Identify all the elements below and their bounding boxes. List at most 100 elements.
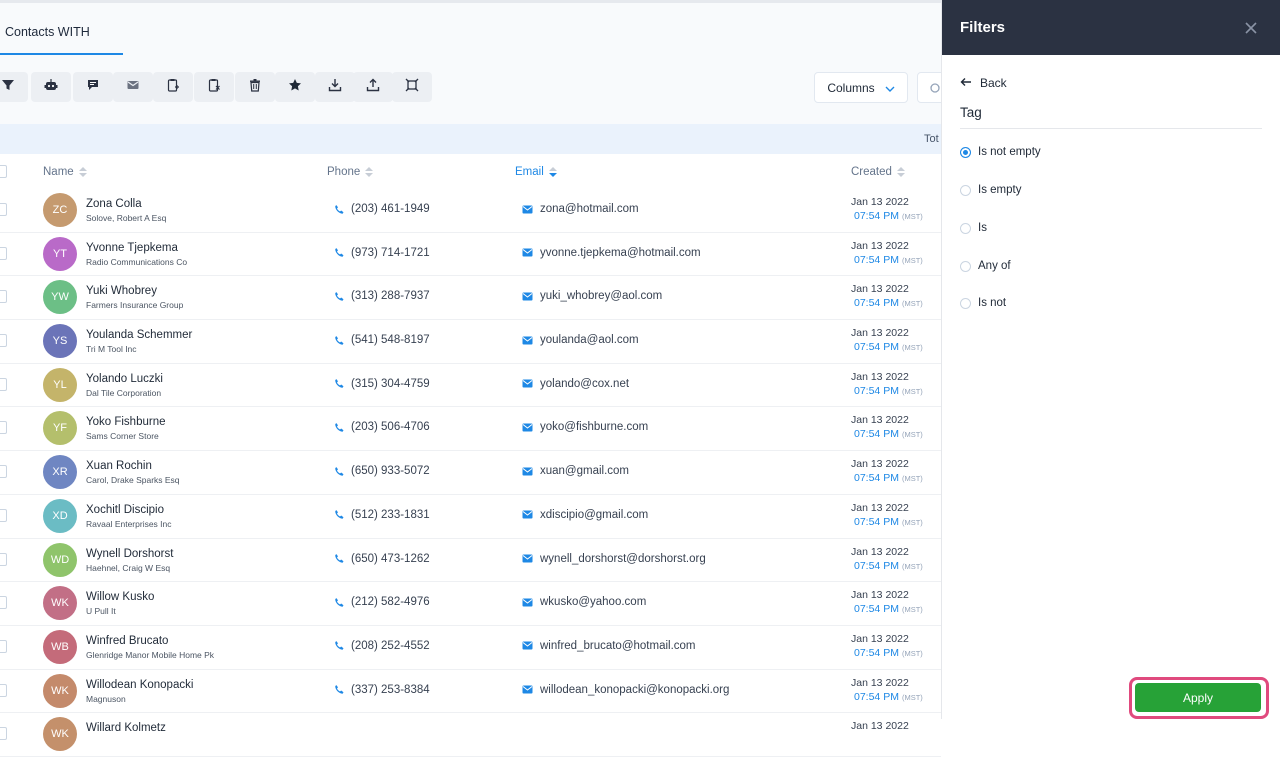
contact-name[interactable]: Yuki Whobrey xyxy=(86,285,157,297)
contact-email[interactable]: zona@hotmail.com xyxy=(522,203,639,215)
row-checkbox[interactable] xyxy=(0,377,7,391)
row-checkbox[interactable] xyxy=(0,508,7,522)
row-checkbox[interactable] xyxy=(0,683,7,697)
contact-phone[interactable]: (203) 506-4706 xyxy=(334,421,430,433)
contact-phone[interactable]: (315) 304-4759 xyxy=(334,378,430,390)
apply-button[interactable]: Apply xyxy=(1135,683,1261,712)
radio-button[interactable] xyxy=(960,184,971,196)
radio-button[interactable] xyxy=(960,222,971,234)
table-row[interactable]: XD Xochitl Discipio Ravaal Enterprises Inc… xyxy=(0,494,941,539)
row-checkbox[interactable] xyxy=(0,421,7,435)
row-checkbox[interactable] xyxy=(0,639,7,653)
contact-phone[interactable]: (313) 288-7937 xyxy=(334,290,430,302)
contact-email[interactable]: yolando@cox.net xyxy=(522,378,629,390)
table-row[interactable]: YS Youlanda Schemmer Tri M Tool Inc (541) 5… xyxy=(0,320,941,364)
table-row[interactable]: YL Yolando Luczki Dal Tile Corporation (315… xyxy=(0,363,941,408)
tab-contacts-with-emails[interactable]: Contacts WITH Emails xyxy=(0,3,123,97)
contact-phone[interactable]: (212) 582-4976 xyxy=(334,596,430,608)
row-checkbox[interactable] xyxy=(0,290,7,304)
row-checkbox[interactable] xyxy=(0,727,7,741)
import-button[interactable] xyxy=(353,72,393,102)
contact-phone[interactable]: (337) 253-8384 xyxy=(334,684,430,696)
created-time: 07:54 PM (MST) xyxy=(854,647,923,659)
row-checkbox[interactable] xyxy=(0,465,7,479)
table-row[interactable]: WD Wynell Dorshorst Haehnel, Craig W Esq (6… xyxy=(0,538,941,583)
contact-email[interactable]: yuki_whobrey@aol.com xyxy=(522,290,662,302)
contact-phone[interactable]: (541) 548-8197 xyxy=(334,334,430,346)
contact-phone[interactable]: (512) 233-1831 xyxy=(334,509,430,521)
row-checkbox[interactable] xyxy=(0,596,7,610)
column-header-email[interactable]: Email xyxy=(515,166,557,178)
email-button[interactable] xyxy=(113,72,153,102)
contact-email[interactable]: yoko@fishburne.com xyxy=(522,421,648,433)
sms-button[interactable] xyxy=(73,72,113,102)
row-checkbox[interactable] xyxy=(0,334,7,348)
phone-icon xyxy=(334,597,345,608)
contact-phone[interactable]: (650) 933-5072 xyxy=(334,465,430,477)
delete-button[interactable] xyxy=(235,72,275,102)
contact-name[interactable]: Youlanda Schemmer xyxy=(86,329,192,341)
filter-option-is[interactable]: Is xyxy=(960,222,987,234)
automation-button[interactable] xyxy=(31,72,71,102)
contact-email[interactable]: wynell_dorshorst@dorshorst.org xyxy=(522,553,706,565)
export-button[interactable] xyxy=(315,72,355,102)
contact-email[interactable]: willodean_konopacki@konopacki.org xyxy=(522,684,729,696)
table-row[interactable]: YF Yoko Fishburne Sams Corner Store (203) 5… xyxy=(0,407,941,452)
table-row[interactable]: ZC Zona Colla Solove, Robert A Esq (203) 46… xyxy=(0,189,941,233)
radio-button[interactable] xyxy=(960,297,971,309)
filter-button[interactable] xyxy=(0,72,28,102)
contact-email[interactable]: winfred_brucato@hotmail.com xyxy=(522,640,696,652)
table-row[interactable]: WK Willow Kusko U Pull It (212) 582-4976 wku… xyxy=(0,582,941,626)
contact-email[interactable]: youlanda@aol.com xyxy=(522,334,639,346)
radio-button[interactable] xyxy=(960,146,971,158)
column-header-phone[interactable]: Phone xyxy=(327,166,374,178)
add-tag-button[interactable] xyxy=(153,72,193,102)
contact-email[interactable]: yvonne.tjepkema@hotmail.com xyxy=(522,247,701,259)
contact-email[interactable]: wkusko@yahoo.com xyxy=(522,596,646,608)
select-all-checkbox[interactable] xyxy=(0,165,7,178)
contact-name[interactable]: Yoko Fishburne xyxy=(86,416,166,428)
contact-phone[interactable]: (973) 714-1721 xyxy=(334,247,430,259)
contact-name[interactable]: Zona Colla xyxy=(86,198,142,210)
contact-name[interactable]: Xuan Rochin xyxy=(86,460,152,472)
remove-tag-button[interactable] xyxy=(194,72,234,102)
table-row[interactable]: YW Yuki Whobrey Farmers Insurance Group (31… xyxy=(0,276,941,321)
filter-option-is-empty[interactable]: Is empty xyxy=(960,184,1021,196)
phone-number: (541) 548-8197 xyxy=(351,334,430,347)
columns-dropdown[interactable]: Columns xyxy=(814,72,908,103)
contact-email[interactable]: xuan@gmail.com xyxy=(522,465,629,477)
contact-name[interactable]: Wynell Dorshorst xyxy=(86,548,173,560)
merge-button[interactable] xyxy=(392,72,432,102)
filter-option-is-not-empty[interactable]: Is not empty xyxy=(960,146,1041,158)
table-row[interactable]: XR Xuan Rochin Carol, Drake Sparks Esq (650… xyxy=(0,451,941,495)
phone-icon xyxy=(334,684,345,695)
contact-name[interactable]: Yolando Luczki xyxy=(86,373,163,385)
contact-name[interactable]: Xochitl Discipio xyxy=(86,504,164,516)
table-row[interactable]: WB Winfred Brucato Glenridge Manor Mobile … xyxy=(0,625,941,670)
contact-name[interactable]: Yvonne Tjepkema xyxy=(86,242,178,254)
column-header-created[interactable]: Created xyxy=(851,166,905,178)
contact-phone[interactable]: (208) 252-4552 xyxy=(334,640,430,652)
filter-option-is-not[interactable]: Is not xyxy=(960,297,1006,309)
favorite-button[interactable] xyxy=(275,72,315,102)
contact-name[interactable]: Winfred Brucato xyxy=(86,635,168,647)
row-checkbox[interactable] xyxy=(0,246,7,260)
close-icon[interactable] xyxy=(1242,19,1260,37)
contact-email[interactable]: xdiscipio@gmail.com xyxy=(522,509,648,521)
column-header-name[interactable]: Name xyxy=(43,166,87,178)
back-button[interactable]: Back xyxy=(960,76,1007,90)
row-checkbox[interactable] xyxy=(0,203,7,216)
contact-name[interactable]: Willow Kusko xyxy=(86,591,154,603)
radio-button[interactable] xyxy=(960,260,971,272)
contact-phone[interactable]: (203) 461-1949 xyxy=(334,203,430,215)
table-row[interactable]: WK Willard Kolmetz Jan 13 2022 xyxy=(0,713,941,757)
table-row[interactable]: WK Willodean Konopacki Magnuson (337) 253-8… xyxy=(0,669,941,714)
table-row[interactable]: YT Yvonne Tjepkema Radio Communications Co… xyxy=(0,232,941,277)
sort-icon xyxy=(365,167,374,177)
contact-phone[interactable]: (650) 473-1262 xyxy=(334,553,430,565)
time-value: 07:54 PM xyxy=(854,472,899,485)
row-checkbox[interactable] xyxy=(0,552,7,566)
contact-name[interactable]: Willard Kolmetz xyxy=(86,722,166,734)
filter-option-any-of[interactable]: Any of xyxy=(960,260,1011,272)
contact-name[interactable]: Willodean Konopacki xyxy=(86,679,193,691)
